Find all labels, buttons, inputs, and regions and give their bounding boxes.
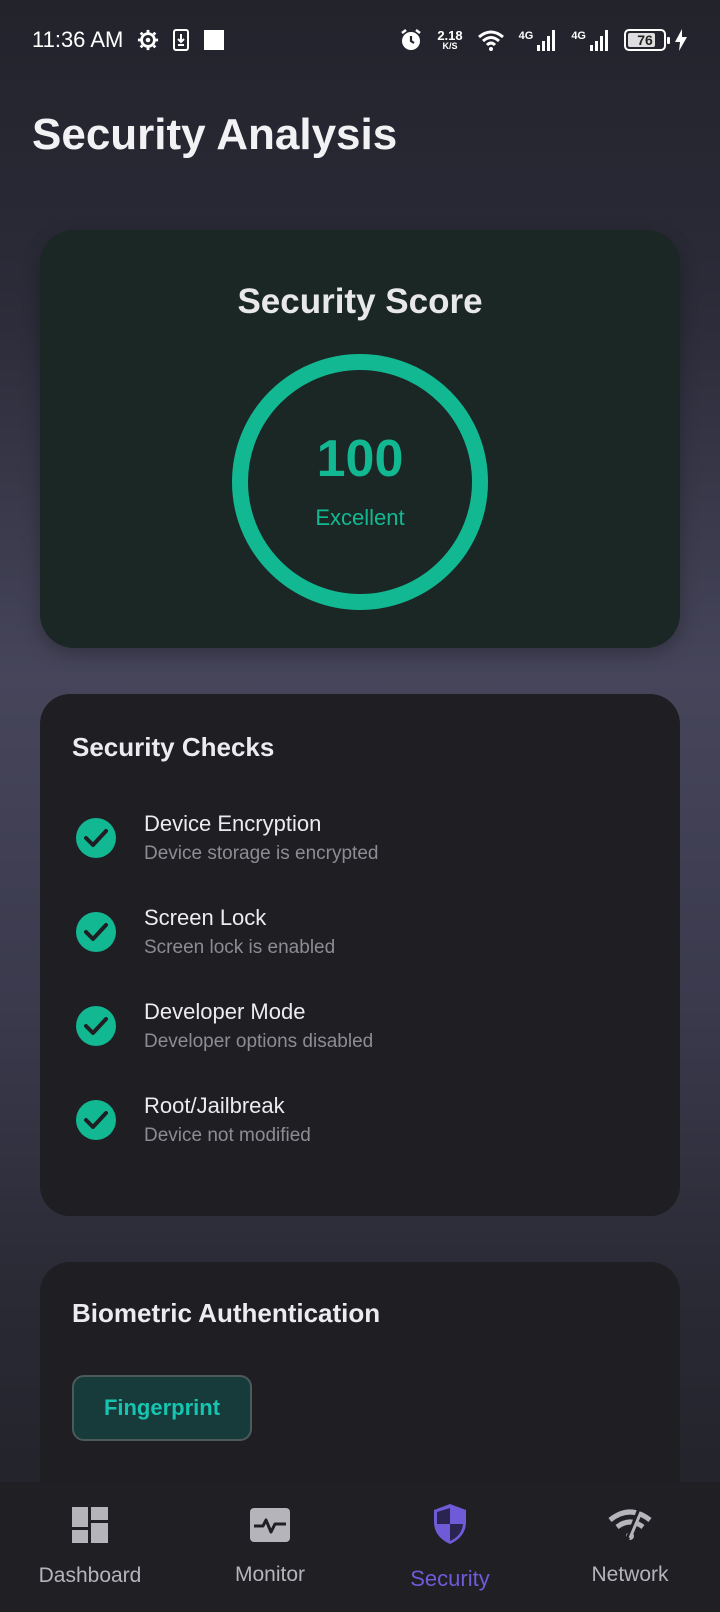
check-item-screen-lock: Screen Lock Screen lock is enabled	[72, 905, 648, 959]
score-card-title: Security Score	[237, 282, 483, 321]
wifi-off-icon	[608, 1508, 652, 1547]
biometric-card: Biometric Authentication Fingerprint	[40, 1262, 680, 1482]
network-speed: 2.18 K/S	[437, 28, 463, 51]
check-item-device-encryption: Device Encryption Device storage is encr…	[72, 811, 648, 865]
score-ring: 100 Excellent	[232, 354, 488, 610]
signal-icon-2	[590, 29, 610, 51]
security-checks-card: Security Checks Device Encryption Device…	[40, 694, 680, 1216]
check-title: Device Encryption	[144, 811, 322, 836]
check-circle-icon	[76, 818, 116, 858]
nav-label: Dashboard	[38, 1563, 142, 1587]
check-circle-icon	[76, 1100, 116, 1140]
check-description: Device storage is encrypted	[144, 843, 379, 864]
nav-item-network[interactable]: Network	[540, 1508, 720, 1587]
check-list: Device Encryption Device storage is encr…	[72, 811, 648, 1147]
check-title: Root/Jailbreak	[144, 1093, 285, 1118]
score-grade: Excellent	[315, 505, 405, 530]
alarm-icon	[399, 28, 423, 52]
nav-item-security[interactable]: Security	[360, 1503, 540, 1592]
security-score-card: Security Score 100 Excellent	[40, 230, 680, 648]
charging-bolt-icon	[674, 29, 688, 51]
status-time: 11:36 AM	[32, 27, 124, 52]
check-title: Developer Mode	[144, 999, 306, 1024]
security-checks-heading: Security Checks	[72, 732, 275, 762]
nav-label: Security	[410, 1565, 490, 1591]
check-description: Device not modified	[144, 1125, 311, 1146]
page-title: Security Analysis	[32, 110, 398, 159]
settings-gear-icon	[137, 29, 159, 51]
monitor-icon	[250, 1507, 290, 1547]
check-circle-icon	[76, 912, 116, 952]
notification-square-icon	[203, 29, 225, 51]
check-description: Screen lock is enabled	[144, 937, 336, 958]
score-value: 100	[316, 430, 404, 488]
check-circle-icon	[76, 1006, 116, 1046]
network-type-2: 4G	[571, 30, 586, 42]
dashboard-icon	[72, 1506, 108, 1548]
nav-item-monitor[interactable]: Monitor	[180, 1507, 360, 1587]
download-icon	[173, 29, 190, 51]
nav-label: Monitor	[234, 1562, 306, 1586]
check-title: Screen Lock	[144, 905, 267, 930]
biometric-heading: Biometric Authentication	[72, 1298, 381, 1328]
check-item-developer-mode: Developer Mode Developer options disable…	[72, 999, 648, 1053]
check-description: Developer options disabled	[144, 1031, 374, 1052]
nav-label: Network	[591, 1562, 669, 1586]
bottom-navigation: Dashboard Monitor Security Network	[0, 1482, 720, 1612]
battery-indicator: 76	[624, 29, 670, 51]
wifi-icon	[477, 29, 505, 51]
status-bar: 11:36 AM 2.18 K/S 4G 4G 76	[0, 0, 720, 80]
check-item-root-jailbreak: Root/Jailbreak Device not modified	[72, 1093, 648, 1147]
network-type-1: 4G	[518, 30, 534, 42]
shield-icon	[432, 1503, 468, 1550]
fingerprint-button[interactable]: Fingerprint	[72, 1375, 252, 1441]
nav-item-dashboard[interactable]: Dashboard	[0, 1506, 180, 1588]
signal-icon-1	[537, 29, 557, 51]
